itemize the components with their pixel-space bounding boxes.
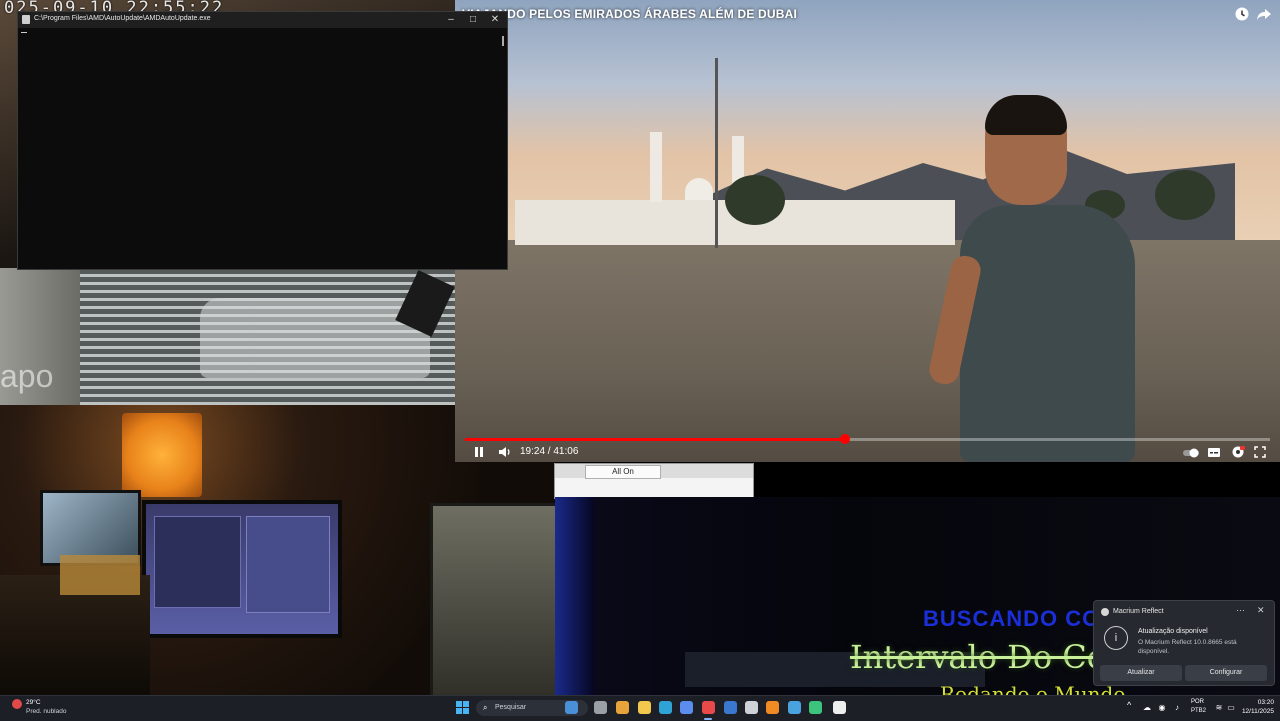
language-indicator[interactable]: POR (1191, 699, 1204, 705)
photos-icon[interactable] (788, 701, 801, 714)
console-titlebar[interactable]: C:\Program Files\AMD\AutoUpdate\AMDAutoU… (18, 12, 507, 28)
console-cursor (21, 32, 27, 33)
green-app-icon[interactable] (809, 701, 822, 714)
small-utility-window: All On (554, 463, 754, 499)
update-notification[interactable]: Macrium Reflect ··· ✕ i Atualização disp… (1093, 600, 1275, 686)
video-scrubber[interactable] (840, 434, 850, 444)
monitor-right (430, 503, 555, 695)
presenter (926, 95, 1140, 462)
info-icon: i (1104, 626, 1128, 650)
toast-body: O Macrium Reflect 10.0.8665 está disponí… (1138, 639, 1237, 655)
video-time: 19:24 / 41:06 (520, 446, 579, 457)
toast-title: Atualização disponível (1138, 628, 1208, 635)
vlc-icon[interactable] (766, 701, 779, 714)
subtitles-icon[interactable] (1206, 444, 1222, 460)
share-icon[interactable] (1256, 6, 1272, 22)
toast-more-options-button[interactable]: ··· (1236, 605, 1245, 615)
security-camera-feed: apo (0, 268, 455, 405)
tray-overflow-chevron-icon[interactable]: ^ (1127, 700, 1131, 710)
start-button[interactable] (456, 701, 470, 715)
monitor-center (142, 500, 342, 638)
clock-date[interactable]: 12/11/2025 (1236, 708, 1274, 715)
macrium-app-icon (1101, 608, 1109, 616)
camera-watermark: apo (0, 358, 54, 394)
all-on-button[interactable]: All On (585, 465, 661, 479)
lamp (122, 413, 202, 497)
cloud-icon[interactable]: ☁ (1142, 703, 1152, 713)
edge-icon[interactable] (659, 701, 672, 714)
console-window[interactable]: C:\Program Files\AMD\AutoUpdate\AMDAutoU… (17, 11, 508, 270)
console-scrollbar[interactable] (502, 36, 504, 46)
pause-icon[interactable] (471, 444, 487, 460)
wifi-icon[interactable]: ≋ (1214, 703, 1224, 713)
file-explorer-icon[interactable] (638, 701, 651, 714)
stream-caption-top: BUSCANDO CO (923, 606, 1101, 631)
video-progress-played (465, 438, 845, 441)
clock-time[interactable]: 03:20 (1240, 699, 1274, 706)
search-icon: ⌕ (483, 703, 488, 712)
network-icon[interactable]: ◉ (1157, 703, 1167, 713)
toast-app-name: Macrium Reflect (1113, 608, 1164, 615)
weather-description[interactable]: Pred. nublado (26, 708, 66, 715)
weather-icon[interactable] (12, 699, 22, 709)
video-title[interactable]: VIAJANDO PELOS EMIRADOS ÁRABES ALÉM DE D… (462, 7, 797, 21)
console-app-icon (22, 15, 30, 24)
console-title: C:\Program Files\AMD\AutoUpdate\AMDAutoU… (34, 15, 211, 22)
battery-icon[interactable]: ▭ (1226, 703, 1236, 713)
weather-temperature[interactable]: 29°C (26, 699, 41, 706)
maximize-button[interactable]: □ (462, 12, 484, 28)
mail-icon[interactable] (724, 701, 737, 714)
volume-icon[interactable] (497, 444, 513, 460)
speaker-icon[interactable]: ♪ (1172, 703, 1182, 713)
update-button[interactable]: Atualizar (1100, 665, 1182, 681)
copilot-icon[interactable] (565, 701, 578, 714)
search-placeholder: Pesquisar (495, 704, 527, 711)
task-view-icon[interactable] (594, 701, 607, 714)
configure-button[interactable]: Configurar (1185, 665, 1267, 681)
chrome-icon[interactable] (616, 701, 629, 714)
keyboard-layout-indicator[interactable]: PTB2 (1191, 708, 1206, 714)
close-button[interactable]: ✕ (484, 12, 506, 28)
autoplay-toggle-icon[interactable] (1182, 446, 1200, 462)
taskbar: 29°C Pred. nublado ⌕ Pesquisar ^ ☁ ◉ ♪ P… (0, 695, 1280, 721)
settings-app-icon[interactable] (745, 701, 758, 714)
obs-icon[interactable] (702, 701, 715, 714)
store-icon[interactable] (680, 701, 693, 714)
watch-later-icon[interactable] (1234, 6, 1250, 22)
fullscreen-icon[interactable] (1252, 444, 1268, 460)
settings-icon[interactable] (1230, 444, 1246, 460)
toast-close-button[interactable]: ✕ (1257, 605, 1265, 616)
capcut-icon[interactable] (833, 701, 846, 714)
minimize-button[interactable]: – (440, 12, 462, 28)
video-player[interactable] (455, 0, 1280, 462)
